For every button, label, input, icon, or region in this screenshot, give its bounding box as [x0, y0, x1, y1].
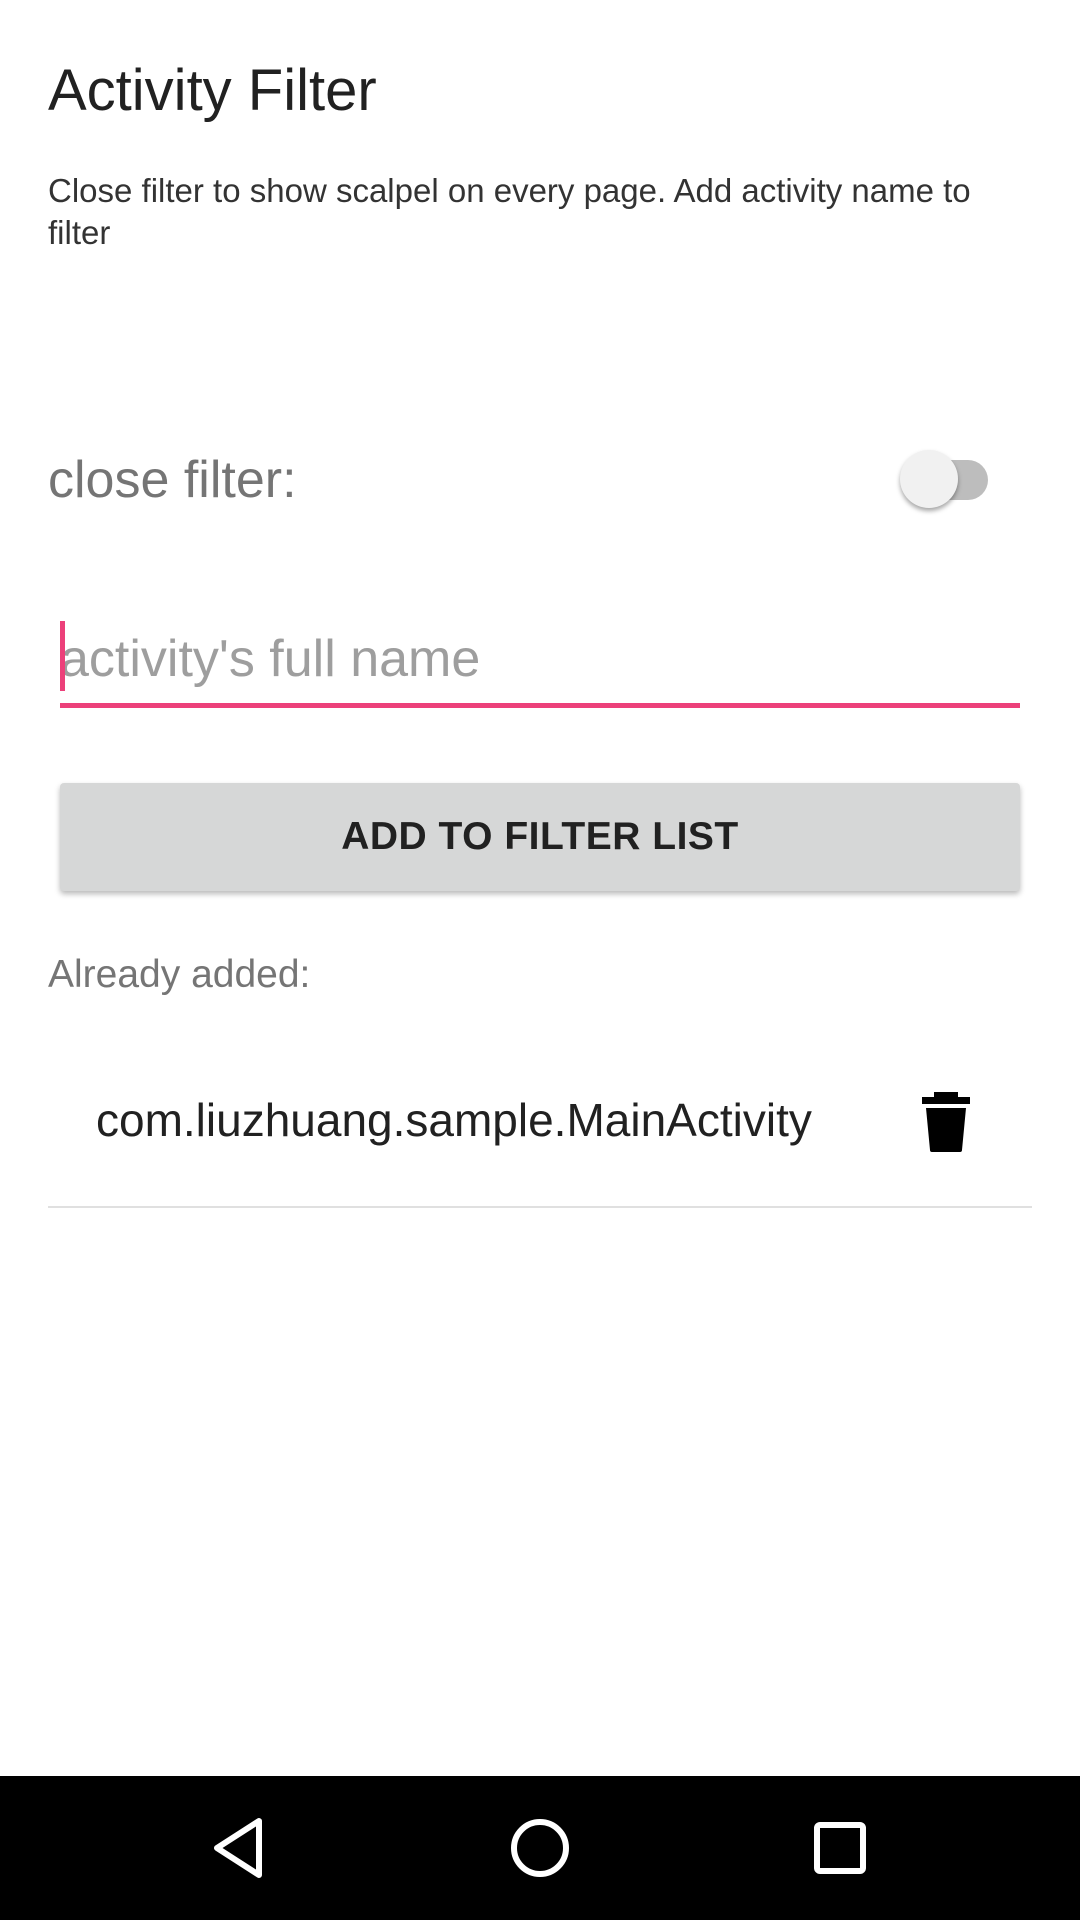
activity-name-input[interactable]: [60, 615, 1020, 703]
list-item: com.liuzhuang.sample.MainActivity: [48, 1060, 1032, 1208]
close-filter-switch[interactable]: [900, 450, 1000, 510]
list-divider: [48, 1206, 1032, 1208]
activity-filter-screen: Activity Filter Close filter to show sca…: [0, 0, 1080, 1776]
already-added-label: Already added:: [48, 953, 311, 996]
add-to-filter-list-button[interactable]: ADD TO FILTER LIST: [60, 783, 1020, 891]
activity-name-field: [60, 615, 1020, 710]
text-cursor: [60, 621, 65, 691]
close-filter-row: close filter:: [48, 440, 1000, 520]
recents-icon[interactable]: [805, 1813, 875, 1883]
back-icon[interactable]: [205, 1813, 275, 1883]
page-title: Activity Filter: [48, 58, 377, 123]
navigation-bar: [0, 1776, 1080, 1920]
close-filter-label: close filter:: [48, 451, 297, 509]
switch-thumb: [900, 450, 958, 508]
trash-icon[interactable]: [918, 1092, 974, 1152]
activity-name-text: com.liuzhuang.sample.MainActivity: [96, 1094, 812, 1146]
page-description: Close filter to show scalpel on every pa…: [48, 172, 971, 251]
input-underline: [60, 703, 1020, 708]
home-icon[interactable]: [505, 1813, 575, 1883]
